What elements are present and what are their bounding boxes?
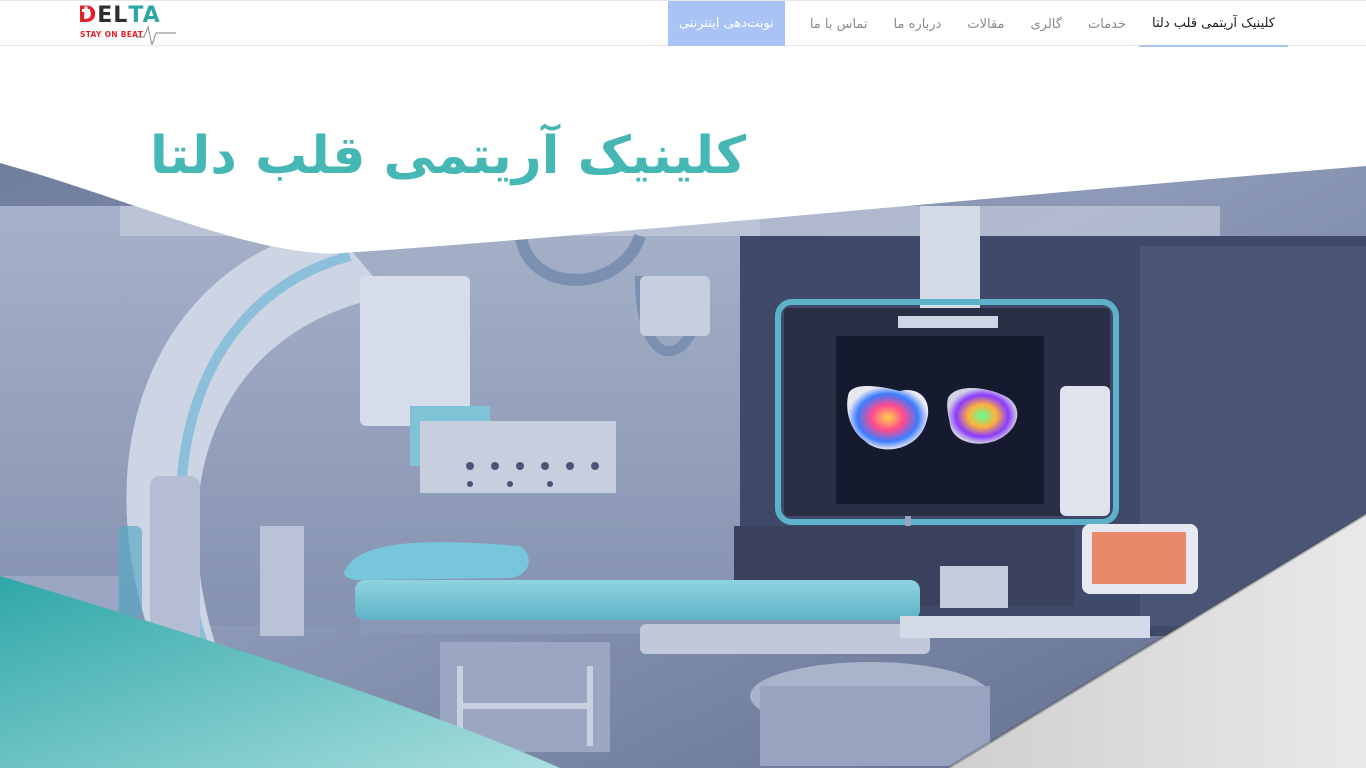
nav-item-services[interactable]: خدمات [1075,1,1139,47]
nav-item-home[interactable]: کلینیک آریتمی قلب دلتا [1139,1,1288,47]
logo-tagline: STAY ON BEAT [80,30,144,39]
nav-item-about[interactable]: درباره ما [881,1,955,47]
online-booking-button[interactable]: نوبت‌دهی اینترنتی [667,1,785,46]
main-nav: کلینیک آریتمی قلب دلتا خدمات گالری مقالا… [656,1,1288,47]
nav-item-contact[interactable]: تماس با ما [797,1,881,47]
hero-section: کلینیک آریتمی قلب دلتا [0,46,1366,768]
top-navbar: D EL TA STAY ON BEAT کلینیک آریتمی قلب دلت… [0,0,1366,47]
delta-logo[interactable]: D EL TA STAY ON BEAT [78,3,176,45]
nav-item-gallery[interactable]: گالری [1018,1,1075,47]
nav-item-articles[interactable]: مقالات [954,1,1017,47]
hero-title: کلینیک آریتمی قلب دلتا [150,126,746,186]
